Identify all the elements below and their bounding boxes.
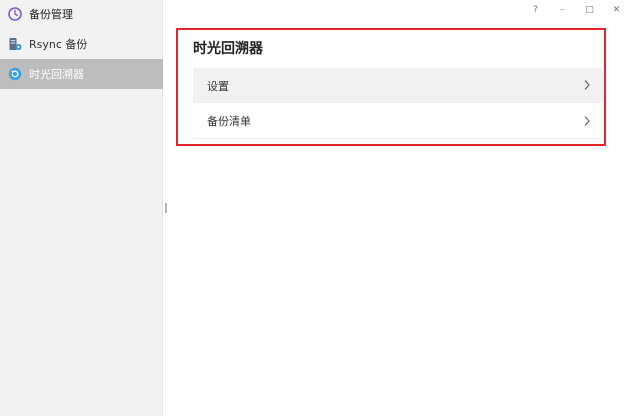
sidebar-item-time-machine[interactable]: 时光回溯器 bbox=[0, 59, 163, 89]
sidebar-item-label: Rsync 备份 bbox=[29, 38, 88, 51]
backup-list-label: 备份清单 bbox=[207, 115, 251, 128]
app-title: 备份管理 bbox=[29, 8, 73, 21]
sidebar: 备份管理 Rsync 备份 时光回溯器 bbox=[0, 0, 163, 416]
clock-icon bbox=[8, 7, 22, 21]
backup-list-row[interactable]: 备份清单 bbox=[193, 104, 603, 139]
splitter-handle[interactable] bbox=[165, 203, 167, 213]
time-machine-panel: 时光回溯器 设置 备份清单 bbox=[176, 28, 606, 146]
app-header: 备份管理 bbox=[0, 0, 163, 28]
backup-manager-window: 备份管理 Rsync 备份 时光回溯器 ? – □ ✕ 时光回溯器 设置 备份清… bbox=[0, 0, 640, 416]
rsync-server-icon bbox=[8, 37, 22, 51]
help-button[interactable]: ? bbox=[522, 2, 549, 18]
window-controls: ? – □ ✕ bbox=[522, 2, 630, 18]
page-title: 时光回溯器 bbox=[193, 41, 263, 57]
settings-label: 设置 bbox=[207, 79, 229, 93]
time-machine-icon bbox=[8, 67, 22, 81]
sidebar-item-rsync[interactable]: Rsync 备份 bbox=[0, 29, 163, 59]
settings-row[interactable]: 设置 bbox=[193, 68, 603, 103]
sidebar-item-label: 时光回溯器 bbox=[29, 68, 84, 81]
maximize-button[interactable]: □ bbox=[576, 2, 603, 18]
chevron-right-icon bbox=[583, 79, 591, 94]
minimize-button[interactable]: – bbox=[549, 2, 576, 18]
chevron-right-icon bbox=[583, 115, 591, 130]
close-button[interactable]: ✕ bbox=[603, 2, 630, 18]
